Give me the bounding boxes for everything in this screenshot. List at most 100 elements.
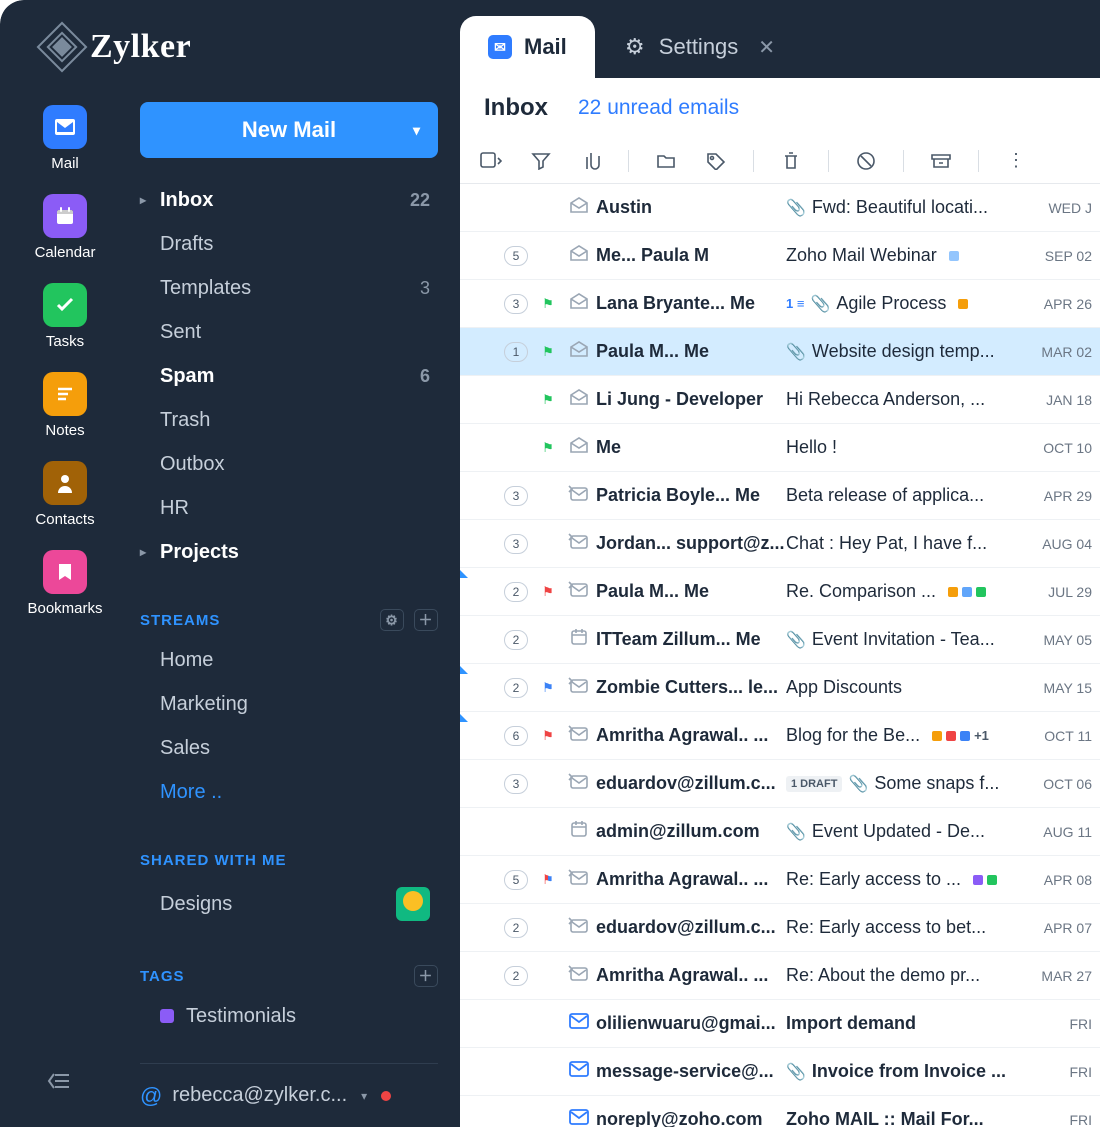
- close-icon[interactable]: ✕: [758, 35, 775, 60]
- email-row[interactable]: noreply@zoho.comZoho MAIL :: Mail For...…: [460, 1096, 1100, 1127]
- email-row[interactable]: admin@zillum.com📎Event Updated - De...AU…: [460, 808, 1100, 856]
- email-date: JUL 29: [1030, 584, 1100, 600]
- paperclip-icon: 📎: [786, 198, 806, 218]
- tag-item[interactable]: Testimonials: [140, 994, 438, 1038]
- rail-item-notes[interactable]: Notes: [27, 372, 102, 439]
- thread-count: 5: [504, 246, 528, 266]
- tags-add-icon[interactable]: ＋: [414, 965, 438, 987]
- flag-icon: ⚑: [542, 728, 554, 744]
- email-row[interactable]: 1⚑Paula M... Me📎Website design temp...MA…: [460, 328, 1100, 376]
- email-row[interactable]: 3⚑Lana Bryante... Me1 ≡📎Agile ProcessAPR…: [460, 280, 1100, 328]
- rail-item-mail[interactable]: Mail: [27, 105, 102, 172]
- email-row[interactable]: 2⚑Zombie Cutters... le...App DiscountsMA…: [460, 664, 1100, 712]
- account-email: rebecca@zylker.c...: [172, 1084, 347, 1107]
- tag-chip-icon: [932, 731, 942, 741]
- stream-item[interactable]: Sales: [140, 726, 438, 770]
- delete-icon[interactable]: [778, 148, 804, 174]
- email-row[interactable]: ⚑Li Jung - DeveloperHi Rebecca Anderson,…: [460, 376, 1100, 424]
- email-date: APR 07: [1030, 920, 1100, 936]
- select-all-checkbox[interactable]: [478, 148, 504, 174]
- folder-sent[interactable]: Sent: [140, 310, 438, 354]
- email-date: OCT 06: [1030, 776, 1100, 792]
- folder-icon[interactable]: [653, 148, 679, 174]
- email-row[interactable]: 2ITTeam Zillum... Me📎Event Invitation - …: [460, 616, 1100, 664]
- new-mail-button[interactable]: New Mail ▾: [140, 102, 438, 158]
- envelope-open-icon: [569, 196, 589, 219]
- tag-chip-icon: [962, 587, 972, 597]
- flag-icon: ⚑: [542, 584, 554, 600]
- rail-item-tasks[interactable]: Tasks: [27, 283, 102, 350]
- email-row[interactable]: 6⚑Amritha Agrawal.. ...Blog for the Be..…: [460, 712, 1100, 760]
- email-sender: Paula M... Me: [596, 341, 786, 362]
- folder-projects[interactable]: ▸Projects: [140, 530, 438, 574]
- unread-count-link[interactable]: 22 unread emails: [578, 96, 739, 120]
- folder-inbox[interactable]: ▸Inbox22: [140, 178, 438, 222]
- rail-item-contacts[interactable]: Contacts: [27, 461, 102, 528]
- email-row[interactable]: 3eduardov@zillum.c...1 DRAFT📎Some snaps …: [460, 760, 1100, 808]
- email-date: MAR 27: [1030, 968, 1100, 984]
- email-row[interactable]: 3Jordan... support@z...Chat : Hey Pat, I…: [460, 520, 1100, 568]
- email-date: MAY 15: [1030, 680, 1100, 696]
- folder-label: Drafts: [160, 233, 213, 256]
- tab-mail[interactable]: ✉Mail: [460, 16, 595, 78]
- email-date: JAN 18: [1030, 392, 1100, 408]
- folder-outbox[interactable]: Outbox: [140, 442, 438, 486]
- streams-settings-icon[interactable]: ⚙: [380, 609, 404, 631]
- mail-icon: [43, 105, 87, 149]
- email-sender: Amritha Agrawal.. ...: [596, 965, 786, 986]
- email-row[interactable]: Austin📎Fwd: Beautiful locati...WED J: [460, 184, 1100, 232]
- folder-hr[interactable]: HR: [140, 486, 438, 530]
- email-row[interactable]: olilienwuaru@gmai...Import demandFRI: [460, 1000, 1100, 1048]
- tag-icon[interactable]: [703, 148, 729, 174]
- envelope-open-icon: [569, 388, 589, 411]
- thread-count: 2: [504, 630, 528, 650]
- spam-icon[interactable]: [853, 148, 879, 174]
- email-subject: Beta release of applica...: [786, 485, 1030, 506]
- priority-triangle-icon: [460, 712, 468, 722]
- tab-settings[interactable]: ⚙Settings✕: [595, 16, 803, 78]
- email-row[interactable]: 2eduardov@zillum.c...Re: Early access to…: [460, 904, 1100, 952]
- email-subject: 📎Fwd: Beautiful locati...: [786, 197, 1030, 218]
- attachment-icon[interactable]: [578, 148, 604, 174]
- shared-item[interactable]: Designs: [140, 878, 438, 930]
- rail-item-calendar[interactable]: Calendar: [27, 194, 102, 261]
- envelope-reply-icon: [568, 724, 590, 747]
- more-icon[interactable]: ⋮: [1003, 148, 1029, 174]
- email-date: APR 08: [1030, 872, 1100, 888]
- folder-trash[interactable]: Trash: [140, 398, 438, 442]
- calendar-icon: [570, 820, 588, 843]
- account-switcher[interactable]: @ rebecca@zylker.c... ▾: [140, 1063, 438, 1127]
- email-row[interactable]: message-service@...📎Invoice from Invoice…: [460, 1048, 1100, 1096]
- caret-icon: ▸: [140, 193, 146, 207]
- archive-icon[interactable]: [928, 148, 954, 174]
- thread-count: 6: [504, 726, 528, 746]
- streams-add-icon[interactable]: ＋: [414, 609, 438, 631]
- email-subject: Re: About the demo pr...: [786, 965, 1030, 986]
- rail-item-bookmarks[interactable]: Bookmarks: [27, 550, 102, 617]
- tag-chip-icon: [960, 731, 970, 741]
- email-row[interactable]: 3Patricia Boyle... MeBeta release of app…: [460, 472, 1100, 520]
- folder-spam[interactable]: Spam6: [140, 354, 438, 398]
- email-sender: Patricia Boyle... Me: [596, 485, 786, 506]
- email-date: AUG 11: [1030, 824, 1100, 840]
- stream-item[interactable]: Home: [140, 638, 438, 682]
- filter-icon[interactable]: [528, 148, 554, 174]
- stream-item[interactable]: Marketing: [140, 682, 438, 726]
- folder-templates[interactable]: Templates3: [140, 266, 438, 310]
- email-row[interactable]: 2⚑Paula M... MeRe. Comparison ...JUL 29: [460, 568, 1100, 616]
- new-mail-label: New Mail: [242, 117, 336, 143]
- email-date: WED J: [1030, 200, 1100, 216]
- email-row[interactable]: 5⚑Amritha Agrawal.. ...Re: Early access …: [460, 856, 1100, 904]
- email-row[interactable]: 2Amritha Agrawal.. ...Re: About the demo…: [460, 952, 1100, 1000]
- stream-item[interactable]: More ..: [140, 770, 438, 814]
- email-subject: Re. Comparison ...: [786, 581, 1030, 602]
- email-row[interactable]: 5Me... Paula MZoho Mail WebinarSEP 02: [460, 232, 1100, 280]
- collapse-sidebar-button[interactable]: [46, 1068, 72, 1099]
- thread-count: 5: [504, 870, 528, 890]
- email-row[interactable]: ⚑MeHello !OCT 10: [460, 424, 1100, 472]
- folder-drafts[interactable]: Drafts: [140, 222, 438, 266]
- folder-label: Sent: [160, 321, 201, 344]
- paperclip-icon: 📎: [786, 1062, 806, 1082]
- folder-count: 6: [420, 366, 430, 387]
- flag-icon: ⚑: [542, 872, 554, 888]
